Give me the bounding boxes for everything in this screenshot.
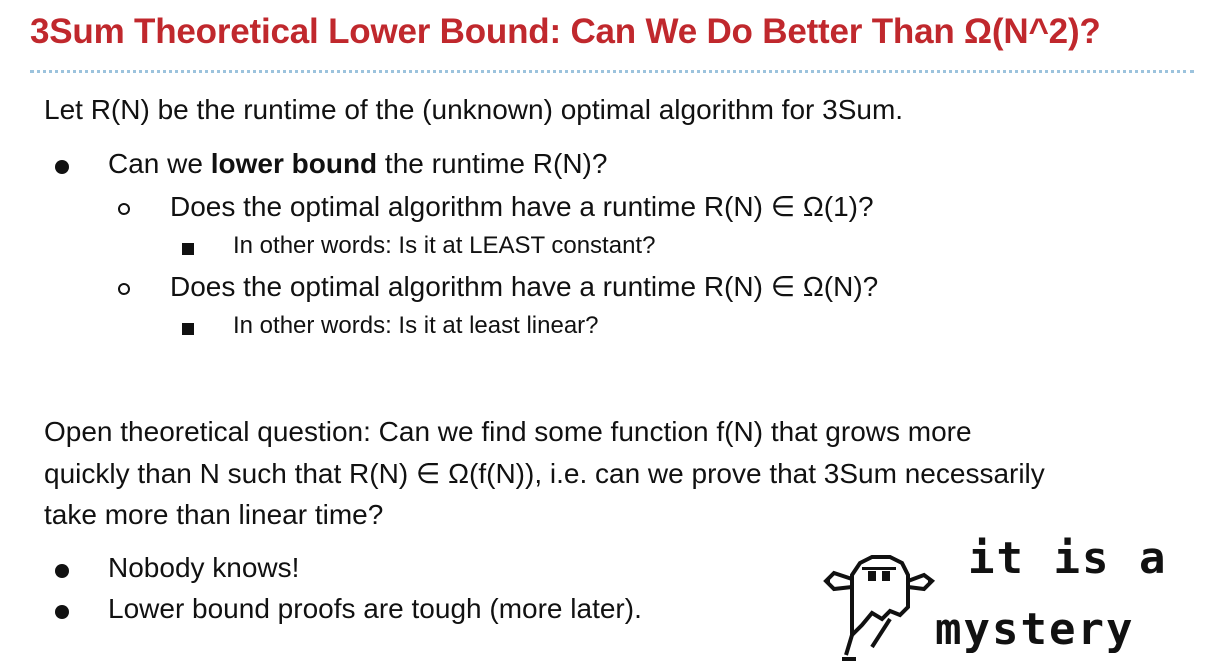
mystery-text-line1: it is a [968, 533, 1168, 584]
sub-bullet-omega-1: Does the optimal algorithm have a runtim… [170, 191, 874, 222]
ghost-icon [823, 555, 936, 661]
note-linear: In other words: Is it at least linear? [233, 312, 599, 339]
sub-bullet-marker [118, 283, 130, 295]
bullet-marker [55, 160, 69, 174]
bullet-marker [55, 564, 69, 578]
bullet-bold-term: lower bound [210, 148, 378, 179]
sub-bullet-marker [118, 203, 130, 215]
sub-sub-bullet-marker [182, 243, 194, 255]
question-line-2: quickly than N such that R(N) ∈ Ω(f(N)),… [44, 458, 1045, 489]
intro-text: Let R(N) be the runtime of the (unknown)… [44, 94, 904, 125]
answer-nobody-knows: Nobody knows! [108, 552, 300, 583]
bullet-marker [55, 605, 69, 619]
answer-proofs-tough: Lower bound proofs are tough (more later… [108, 593, 642, 624]
bullet-lower-bound: Can we lower bound the runtime R(N)? [108, 148, 607, 180]
sub-sub-bullet-marker [182, 323, 194, 335]
question-line-3: take more than linear time? [44, 499, 384, 530]
mystery-text-line2: mystery [935, 604, 1135, 655]
bullet-suffix: the runtime R(N)? [377, 148, 608, 179]
note-constant: In other words: Is it at LEAST constant? [233, 232, 656, 259]
sub-bullet-omega-n: Does the optimal algorithm have a runtim… [170, 271, 879, 302]
slide-title: 3Sum Theoretical Lower Bound: Can We Do … [30, 12, 1101, 51]
bullet-prefix: Can we [108, 148, 211, 179]
title-divider [30, 70, 1194, 73]
question-line-1: Open theoretical question: Can we find s… [44, 416, 972, 447]
